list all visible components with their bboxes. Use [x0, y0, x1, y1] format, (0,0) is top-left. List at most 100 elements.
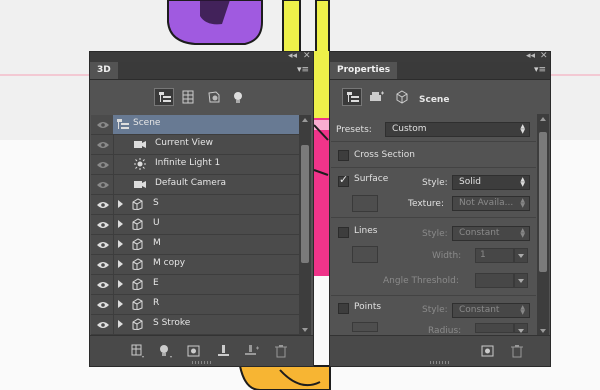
layer-row-body[interactable]: Default Camera: [113, 175, 299, 194]
layer-row[interactable]: Scene: [91, 115, 299, 135]
layer-label: U: [153, 218, 160, 228]
lines-width-dropdown[interactable]: [514, 248, 528, 263]
layer-row-body[interactable]: U: [113, 215, 299, 234]
expand-arrow-icon[interactable]: [118, 280, 123, 288]
layer-row[interactable]: M copy: [91, 255, 299, 275]
visibility-toggle[interactable]: [93, 275, 114, 294]
layer-row-body[interactable]: M copy: [113, 255, 299, 274]
visibility-toggle[interactable]: [93, 175, 114, 194]
layer-row[interactable]: R: [91, 295, 299, 315]
layer-row-body[interactable]: M: [113, 235, 299, 254]
layer-row[interactable]: Default Camera: [91, 175, 299, 195]
points-checkbox[interactable]: [338, 303, 349, 314]
layer-row[interactable]: Infinite Light 1: [91, 155, 299, 175]
layer-row-body[interactable]: Infinite Light 1: [113, 155, 299, 174]
presets-select[interactable]: Custom ▲ ▼: [385, 122, 530, 137]
layer-row-body[interactable]: E: [113, 275, 299, 294]
expand-arrow-icon[interactable]: [118, 240, 123, 248]
tree-scrollbar-thumb[interactable]: [301, 145, 309, 263]
scene-properties-button[interactable]: [342, 88, 362, 106]
points-color-swatch[interactable]: [352, 322, 378, 332]
render-icon[interactable]: [186, 344, 202, 358]
collapse-icon[interactable]: ◂◂: [288, 51, 297, 61]
visibility-toggle[interactable]: [93, 115, 114, 134]
render-icon[interactable]: [480, 344, 496, 358]
surface-color-swatch[interactable]: [352, 195, 378, 212]
layer-row[interactable]: U: [91, 215, 299, 235]
layer-row[interactable]: Current View: [91, 135, 299, 155]
points-style-select[interactable]: Constant ▲ ▼: [452, 303, 530, 318]
layer-row-body[interactable]: Current View: [113, 135, 299, 154]
angle-threshold-dropdown[interactable]: [514, 273, 528, 288]
panel-menu-icon[interactable]: ▾≡: [534, 65, 546, 75]
add-mesh-icon[interactable]: [130, 344, 146, 358]
layer-row-body[interactable]: Scene: [113, 115, 299, 134]
surface-style-select[interactable]: Solid ▲ ▼: [452, 175, 530, 190]
whole-scene-filter-button[interactable]: [154, 88, 174, 106]
layer-row[interactable]: M: [91, 235, 299, 255]
tree-scrollbar[interactable]: [299, 115, 311, 335]
close-icon[interactable]: ✕: [540, 51, 548, 61]
angle-threshold-input[interactable]: [475, 273, 514, 288]
meshes-filter-button[interactable]: [178, 88, 198, 106]
visibility-toggle[interactable]: [93, 295, 114, 314]
scroll-down-icon[interactable]: [540, 329, 546, 333]
drop-to-ground-icon[interactable]: [216, 344, 232, 358]
properties-scrollbar[interactable]: [537, 114, 549, 336]
tab-properties[interactable]: Properties: [330, 62, 398, 79]
panel-resize-grip[interactable]: [430, 361, 450, 364]
panel-resize-grip[interactable]: [191, 361, 212, 364]
lines-color-swatch[interactable]: [352, 246, 378, 263]
points-radius-input[interactable]: [475, 323, 514, 333]
render-settings-button[interactable]: [366, 88, 386, 106]
visibility-toggle[interactable]: [93, 255, 114, 274]
layer-row[interactable]: E: [91, 275, 299, 295]
tab-3d[interactable]: 3D: [90, 62, 118, 79]
visibility-toggle[interactable]: [93, 195, 114, 214]
layer-row-body[interactable]: S: [113, 195, 299, 214]
panel-titlebar[interactable]: ◂◂ ✕: [90, 51, 313, 62]
lines-style-select[interactable]: Constant ▲ ▼: [452, 226, 530, 241]
layer-label: R: [153, 298, 160, 308]
texture-select[interactable]: Not Availa... ▲ ▼: [452, 196, 530, 211]
visibility-toggle[interactable]: [93, 155, 114, 174]
delete-trash-icon[interactable]: [274, 344, 288, 358]
lines-checkbox[interactable]: [338, 227, 349, 238]
visibility-toggle[interactable]: [93, 135, 114, 154]
add-light-icon[interactable]: [158, 344, 174, 358]
scroll-down-icon[interactable]: [302, 328, 308, 332]
expand-arrow-icon[interactable]: [118, 260, 123, 268]
panel-titlebar[interactable]: ◂◂ ✕: [330, 51, 550, 62]
layer-row[interactable]: S: [91, 195, 299, 215]
layer-row-body[interactable]: S Stroke: [113, 315, 299, 334]
coordinates-button[interactable]: [392, 88, 412, 106]
scroll-up-icon[interactable]: [540, 117, 546, 121]
lines-width-label: Width:: [432, 251, 462, 261]
mesh-icon: [132, 258, 143, 271]
visibility-toggle[interactable]: [93, 215, 114, 234]
materials-filter-button[interactable]: [204, 88, 224, 106]
visibility-toggle[interactable]: [93, 235, 114, 254]
points-radius-dropdown[interactable]: [514, 323, 528, 333]
expand-arrow-icon[interactable]: [118, 320, 123, 328]
panel-tab-row: 3D ▾≡: [90, 62, 313, 80]
surface-checkbox[interactable]: ✓: [338, 173, 349, 187]
expand-arrow-icon[interactable]: [118, 300, 123, 308]
lights-filter-button[interactable]: [228, 88, 248, 106]
delete-trash-icon[interactable]: [510, 344, 524, 358]
layer-row[interactable]: S Stroke: [91, 315, 299, 335]
eye-icon: [97, 222, 109, 228]
light-sun-icon: [134, 158, 146, 170]
visibility-toggle[interactable]: [93, 315, 114, 334]
expand-arrow-icon[interactable]: [118, 220, 123, 228]
layer-row-body[interactable]: R: [113, 295, 299, 314]
lines-width-input[interactable]: 1: [475, 248, 514, 263]
expand-arrow-icon[interactable]: [118, 200, 123, 208]
new-light-icon[interactable]: [244, 344, 260, 358]
scroll-up-icon[interactable]: [302, 118, 308, 122]
close-icon[interactable]: ✕: [303, 51, 311, 61]
collapse-icon[interactable]: ◂◂: [526, 51, 535, 61]
properties-scrollbar-thumb[interactable]: [539, 132, 547, 272]
panel-menu-icon[interactable]: ▾≡: [297, 65, 309, 75]
cross-section-checkbox[interactable]: [338, 150, 349, 161]
